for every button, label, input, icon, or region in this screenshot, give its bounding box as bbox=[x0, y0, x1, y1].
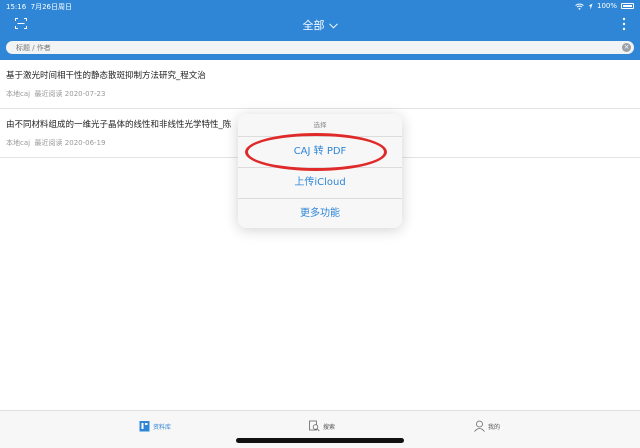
location-icon bbox=[588, 3, 593, 9]
document-meta: 本地caj 最近阅读 2020-07-23 bbox=[6, 89, 105, 99]
tab-search-label: 搜索 bbox=[323, 423, 336, 431]
status-right: 100% bbox=[575, 2, 634, 10]
time-text: 15:16 bbox=[6, 3, 27, 11]
document-meta: 本地caj 最近阅读 2020-06-19 bbox=[6, 138, 105, 148]
nav-bar: 全部 bbox=[0, 12, 640, 36]
tab-library-label: 资料库 bbox=[153, 423, 172, 431]
tab-profile-label: 我的 bbox=[488, 423, 501, 431]
nav-title-dropdown[interactable]: 全部 bbox=[0, 17, 640, 33]
tab-search[interactable]: 搜索 bbox=[309, 420, 335, 432]
profile-icon bbox=[474, 420, 485, 432]
nav-title: 全部 bbox=[302, 19, 325, 32]
battery-text: 100% bbox=[596, 2, 617, 10]
status-bar: 15:16 7月26日周日 100% bbox=[0, 0, 640, 12]
tab-profile[interactable]: 我的 bbox=[474, 420, 500, 432]
document-title: 基于激光时间相干性的静态散斑抑制方法研究_程文治 bbox=[6, 71, 206, 81]
search-bar: × bbox=[0, 36, 640, 60]
status-time: 15:16 7月26日周日 bbox=[6, 2, 72, 12]
library-icon bbox=[139, 421, 150, 432]
clear-icon[interactable]: × bbox=[622, 43, 631, 52]
wifi-icon bbox=[575, 3, 584, 10]
search-box: × bbox=[6, 41, 634, 54]
list-item[interactable]: 基于激光时间相干性的静态散斑抑制方法研究_程文治 本地caj 最近阅读 2020… bbox=[0, 60, 640, 109]
chevron-down-icon bbox=[328, 23, 338, 29]
annotation-circle bbox=[245, 133, 387, 171]
battery-icon bbox=[621, 3, 634, 9]
action-popover: 选择 CAJ 转 PDF 上传iCloud 更多功能 bbox=[238, 114, 402, 228]
upload-icloud-option[interactable]: 上传iCloud bbox=[238, 168, 402, 199]
document-date: 2020-06-19 bbox=[64, 139, 106, 147]
recent-label: 最近阅读 bbox=[34, 90, 63, 98]
search-icon bbox=[309, 420, 320, 432]
document-source: 本地caj bbox=[6, 90, 31, 98]
home-indicator[interactable] bbox=[236, 438, 404, 443]
date-text: 7月26日周日 bbox=[30, 3, 73, 11]
search-input[interactable] bbox=[16, 41, 596, 54]
document-date: 2020-07-23 bbox=[64, 90, 106, 98]
tab-library[interactable]: 资料库 bbox=[139, 420, 171, 432]
more-icon[interactable] bbox=[622, 17, 626, 31]
more-functions-option[interactable]: 更多功能 bbox=[238, 199, 402, 229]
document-source: 本地caj bbox=[6, 139, 31, 147]
recent-label: 最近阅读 bbox=[34, 139, 63, 147]
document-title: 由不同材料组成的一维光子晶体的线性和非线性光学特性_陈 bbox=[6, 120, 232, 130]
